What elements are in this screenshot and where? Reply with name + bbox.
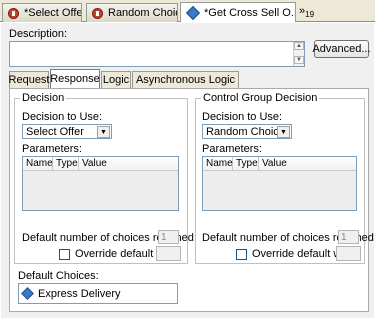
default-choices-label: Default Choices:	[18, 270, 99, 282]
decision-to-use-label: Decision to Use:	[22, 111, 103, 123]
scroll-down-icon[interactable]: ▼	[294, 56, 304, 64]
override-default-checkbox[interactable]	[236, 249, 247, 260]
control-group-select[interactable]: Random Choice ▼	[202, 124, 292, 139]
description-label: Description:	[9, 28, 68, 40]
control-group-title: Control Group Decision	[201, 92, 320, 104]
description-scrollbar[interactable]: ▲ ▼	[293, 42, 304, 66]
default-choices-count-input: 1	[338, 230, 359, 244]
editor-tab-select-offer[interactable]: *Select Offer	[2, 3, 82, 22]
parameters-label: Parameters:	[202, 143, 262, 155]
offer-icon	[21, 287, 34, 300]
override-default-input[interactable]	[156, 246, 181, 261]
response-panel: Decision Decision to Use: Select Offer ▼…	[9, 88, 375, 312]
column-header-value[interactable]: Value	[259, 157, 356, 170]
description-field[interactable]: ▲ ▼	[9, 41, 305, 67]
editor-tab-label: *Get Cross Sell O...	[204, 6, 296, 19]
table-header: Name Type Value	[203, 157, 356, 171]
table-header: Name Type Value	[23, 157, 178, 171]
chevron-down-icon[interactable]: ▼	[97, 126, 110, 138]
decision-icon	[8, 7, 19, 19]
decision-select-value: Select Offer	[26, 125, 84, 138]
column-header-name[interactable]: Name	[203, 157, 233, 170]
decision-to-use-label: Decision to Use:	[202, 111, 283, 123]
editor-tab-bar: *Select Offer Random Choice *Get Cross S…	[0, 0, 375, 22]
editor-tab-label: *Select Offer	[24, 7, 82, 19]
overflow-count: 19	[305, 10, 315, 20]
editor-tab-get-cross-sell[interactable]: *Get Cross Sell O... ⊠	[180, 2, 296, 22]
default-choices-count-input: 1	[158, 230, 179, 244]
control-group-parameters-table[interactable]: Name Type Value	[202, 156, 357, 211]
editor-tab-label: Random Choice	[108, 7, 177, 19]
advanced-button[interactable]: Advanced...	[312, 40, 371, 58]
editor-tab-random-choice[interactable]: Random Choice	[86, 3, 178, 22]
tab-request[interactable]: Request	[9, 71, 50, 88]
response-tab-bar: Request Response Logic Asynchronous Logi…	[9, 69, 369, 89]
decision-group-title: Decision	[20, 92, 67, 104]
tab-asynchronous-logic[interactable]: Asynchronous Logic	[132, 71, 239, 88]
control-group-select-value: Random Choice	[206, 125, 285, 138]
parameters-label: Parameters:	[22, 143, 82, 155]
tab-logic[interactable]: Logic	[101, 71, 131, 88]
column-header-type[interactable]: Type	[53, 157, 79, 170]
chevron-down-icon[interactable]: ▼	[277, 126, 290, 138]
override-default-input[interactable]	[336, 246, 361, 261]
column-header-name[interactable]: Name	[23, 157, 53, 170]
tab-overflow-button[interactable]: »19	[299, 5, 314, 19]
decision-icon	[92, 7, 103, 19]
override-default-checkbox[interactable]	[59, 249, 70, 260]
cross-sell-icon	[185, 5, 201, 20]
column-header-value[interactable]: Value	[79, 157, 178, 170]
decision-select[interactable]: Select Offer ▼	[22, 124, 112, 139]
column-header-type[interactable]: Type	[233, 157, 259, 170]
tab-response[interactable]: Response	[50, 69, 100, 88]
decision-parameters-table[interactable]: Name Type Value	[22, 156, 179, 211]
editor-content: Description: ▲ ▼ Advanced... Request Res…	[1, 23, 375, 318]
scroll-up-icon[interactable]: ▲	[294, 42, 304, 50]
default-choices-list[interactable]: Express Delivery	[18, 283, 178, 304]
default-choice-item[interactable]: Express Delivery	[38, 288, 121, 300]
